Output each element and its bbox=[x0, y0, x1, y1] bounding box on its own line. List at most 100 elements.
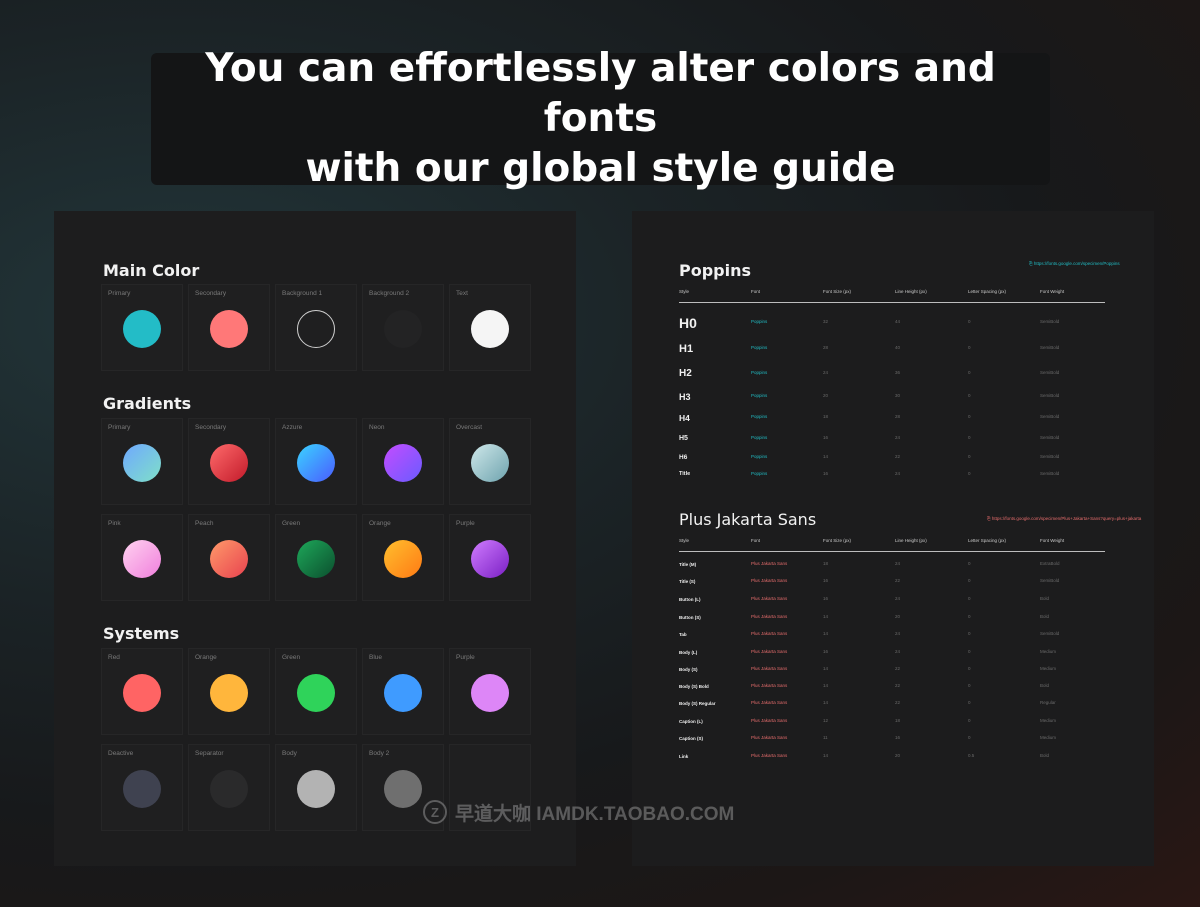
color-card[interactable]: Neon bbox=[362, 418, 444, 505]
table-cell-weight: Bold bbox=[1040, 753, 1050, 758]
table-cell-font: Plus Jakarta Sans bbox=[751, 614, 788, 619]
color-card[interactable]: Text bbox=[449, 284, 531, 371]
table-cell-weight: Bold bbox=[1040, 596, 1050, 601]
color-card[interactable]: Orange bbox=[188, 648, 270, 735]
section-title-main-color: Main Color bbox=[103, 261, 200, 280]
table-cell-style: Body (L) bbox=[679, 649, 698, 655]
color-card[interactable]: Body bbox=[275, 744, 357, 831]
color-card[interactable]: Primary bbox=[101, 418, 183, 505]
color-card[interactable]: Primary bbox=[101, 284, 183, 371]
table-cell-ls: 0 bbox=[968, 666, 971, 671]
table-cell-ls: 0 bbox=[968, 735, 971, 740]
color-card-label: Green bbox=[282, 520, 301, 527]
table-cell-font: Plus Jakarta Sans bbox=[751, 666, 788, 671]
color-swatch bbox=[297, 674, 335, 712]
table-cell-lh: 24 bbox=[895, 596, 901, 601]
color-swatch bbox=[123, 674, 161, 712]
table-cell-style: H4 bbox=[679, 412, 690, 423]
table-cell-ls: 0 bbox=[968, 561, 971, 566]
color-swatch bbox=[384, 770, 422, 808]
color-card-label: Orange bbox=[195, 654, 217, 661]
color-card[interactable]: Green bbox=[275, 514, 357, 601]
table-cell-weight: Regular bbox=[1040, 700, 1056, 705]
table-cell-font: Plus Jakarta Sans bbox=[751, 561, 788, 566]
table-cell-weight: Medium bbox=[1040, 718, 1057, 723]
color-card-label: Primary bbox=[108, 424, 131, 431]
table-cell-lh: 24 bbox=[895, 561, 901, 566]
jakarta-link[interactable]: ⎘ https://fonts.google.com/specimen/Plus… bbox=[987, 516, 1141, 521]
table-cell-font: Poppins bbox=[751, 414, 768, 419]
table-cell-weight: ExtraBold bbox=[1040, 561, 1060, 566]
color-card[interactable]: Background 2 bbox=[362, 284, 444, 371]
table-cell-size: 28 bbox=[823, 345, 829, 350]
table-cell-size: 14 bbox=[823, 700, 829, 705]
table-cell-lh: 40 bbox=[895, 345, 901, 350]
table-cell-size: 20 bbox=[823, 393, 829, 398]
headline-banner: You can effortlessly alter colors and fo… bbox=[151, 46, 1050, 191]
table-cell-font: Plus Jakarta Sans bbox=[751, 753, 788, 758]
color-card[interactable]: Orange bbox=[362, 514, 444, 601]
main-color-grid: Primary Secondary Background 1 Background 2… bbox=[101, 284, 531, 371]
color-card-label: Text bbox=[456, 290, 468, 297]
table-cell-size: 32 bbox=[823, 319, 829, 324]
column-header: Line Height (px) bbox=[895, 289, 927, 294]
headline-line-1: You can effortlessly alter colors and fo… bbox=[205, 46, 996, 141]
color-card[interactable]: Peach bbox=[188, 514, 270, 601]
table-cell-font: Poppins bbox=[751, 319, 768, 324]
poppins-link[interactable]: ⎘ https://fonts.google.com/specimen/Popp… bbox=[1029, 261, 1120, 266]
table-cell-size: 14 bbox=[823, 631, 829, 636]
color-card[interactable]: Background 1 bbox=[275, 284, 357, 371]
color-card[interactable]: Red bbox=[101, 648, 183, 735]
poppins-header-rule bbox=[679, 302, 1105, 303]
color-swatch bbox=[297, 310, 335, 348]
table-cell-font: Poppins bbox=[751, 435, 768, 440]
color-card-label: Blue bbox=[369, 654, 383, 661]
table-cell-size: 14 bbox=[823, 454, 829, 459]
color-card[interactable]: Azzure bbox=[275, 418, 357, 505]
color-swatch bbox=[210, 674, 248, 712]
jakarta-title: Plus Jakarta Sans bbox=[679, 510, 817, 529]
table-cell-style: Caption (L) bbox=[679, 718, 703, 724]
table-cell-font: Poppins bbox=[751, 345, 768, 350]
color-card[interactable]: Secondary bbox=[188, 418, 270, 505]
color-card-label: Orange bbox=[369, 520, 391, 527]
table-cell-style: H6 bbox=[679, 453, 688, 461]
color-card[interactable]: Purple bbox=[449, 648, 531, 735]
poppins-title: Poppins bbox=[679, 261, 752, 280]
color-card-label: Background 2 bbox=[369, 290, 410, 297]
table-cell-style: H0 bbox=[679, 315, 697, 331]
table-cell-ls: 0 bbox=[968, 631, 971, 636]
color-card[interactable]: Pink bbox=[101, 514, 183, 601]
color-card-label: Neon bbox=[369, 424, 385, 431]
color-card[interactable]: Blue bbox=[362, 648, 444, 735]
color-card[interactable]: Overcast bbox=[449, 418, 531, 505]
table-cell-ls: 0 bbox=[968, 649, 971, 654]
table-cell-ls: 0 bbox=[968, 683, 971, 688]
column-header: Letter Spacing (px) bbox=[968, 289, 1007, 294]
color-card[interactable]: Secondary bbox=[188, 284, 270, 371]
table-cell-weight: Medium bbox=[1040, 649, 1057, 654]
color-card[interactable]: Deactive bbox=[101, 744, 183, 831]
table-cell-style: Link bbox=[679, 753, 689, 759]
table-cell-lh: 18 bbox=[895, 718, 901, 723]
table-cell-ls: 0 bbox=[968, 471, 971, 476]
color-card-label: Background 1 bbox=[282, 290, 323, 297]
color-card[interactable]: Separator bbox=[188, 744, 270, 831]
table-cell-style: H1 bbox=[679, 342, 694, 355]
color-card[interactable]: Purple bbox=[449, 514, 531, 601]
table-cell-ls: 0 bbox=[968, 614, 971, 619]
table-cell-lh: 24 bbox=[895, 631, 901, 636]
table-cell-weight: Bold bbox=[1040, 683, 1050, 688]
color-card[interactable]: Green bbox=[275, 648, 357, 735]
color-swatch bbox=[471, 444, 509, 482]
column-header: Font bbox=[751, 289, 761, 294]
color-swatch bbox=[384, 540, 422, 578]
table-cell-size: 18 bbox=[823, 561, 829, 566]
color-card-label: Body bbox=[282, 750, 297, 757]
table-cell-font: Plus Jakarta Sans bbox=[751, 700, 788, 705]
table-cell-ls: 0 bbox=[968, 345, 971, 350]
table-cell-weight: Bold bbox=[1040, 614, 1050, 619]
color-card-label: Purple bbox=[456, 654, 475, 661]
table-cell-style: H5 bbox=[679, 434, 688, 442]
table-cell-size: 16 bbox=[823, 471, 829, 476]
